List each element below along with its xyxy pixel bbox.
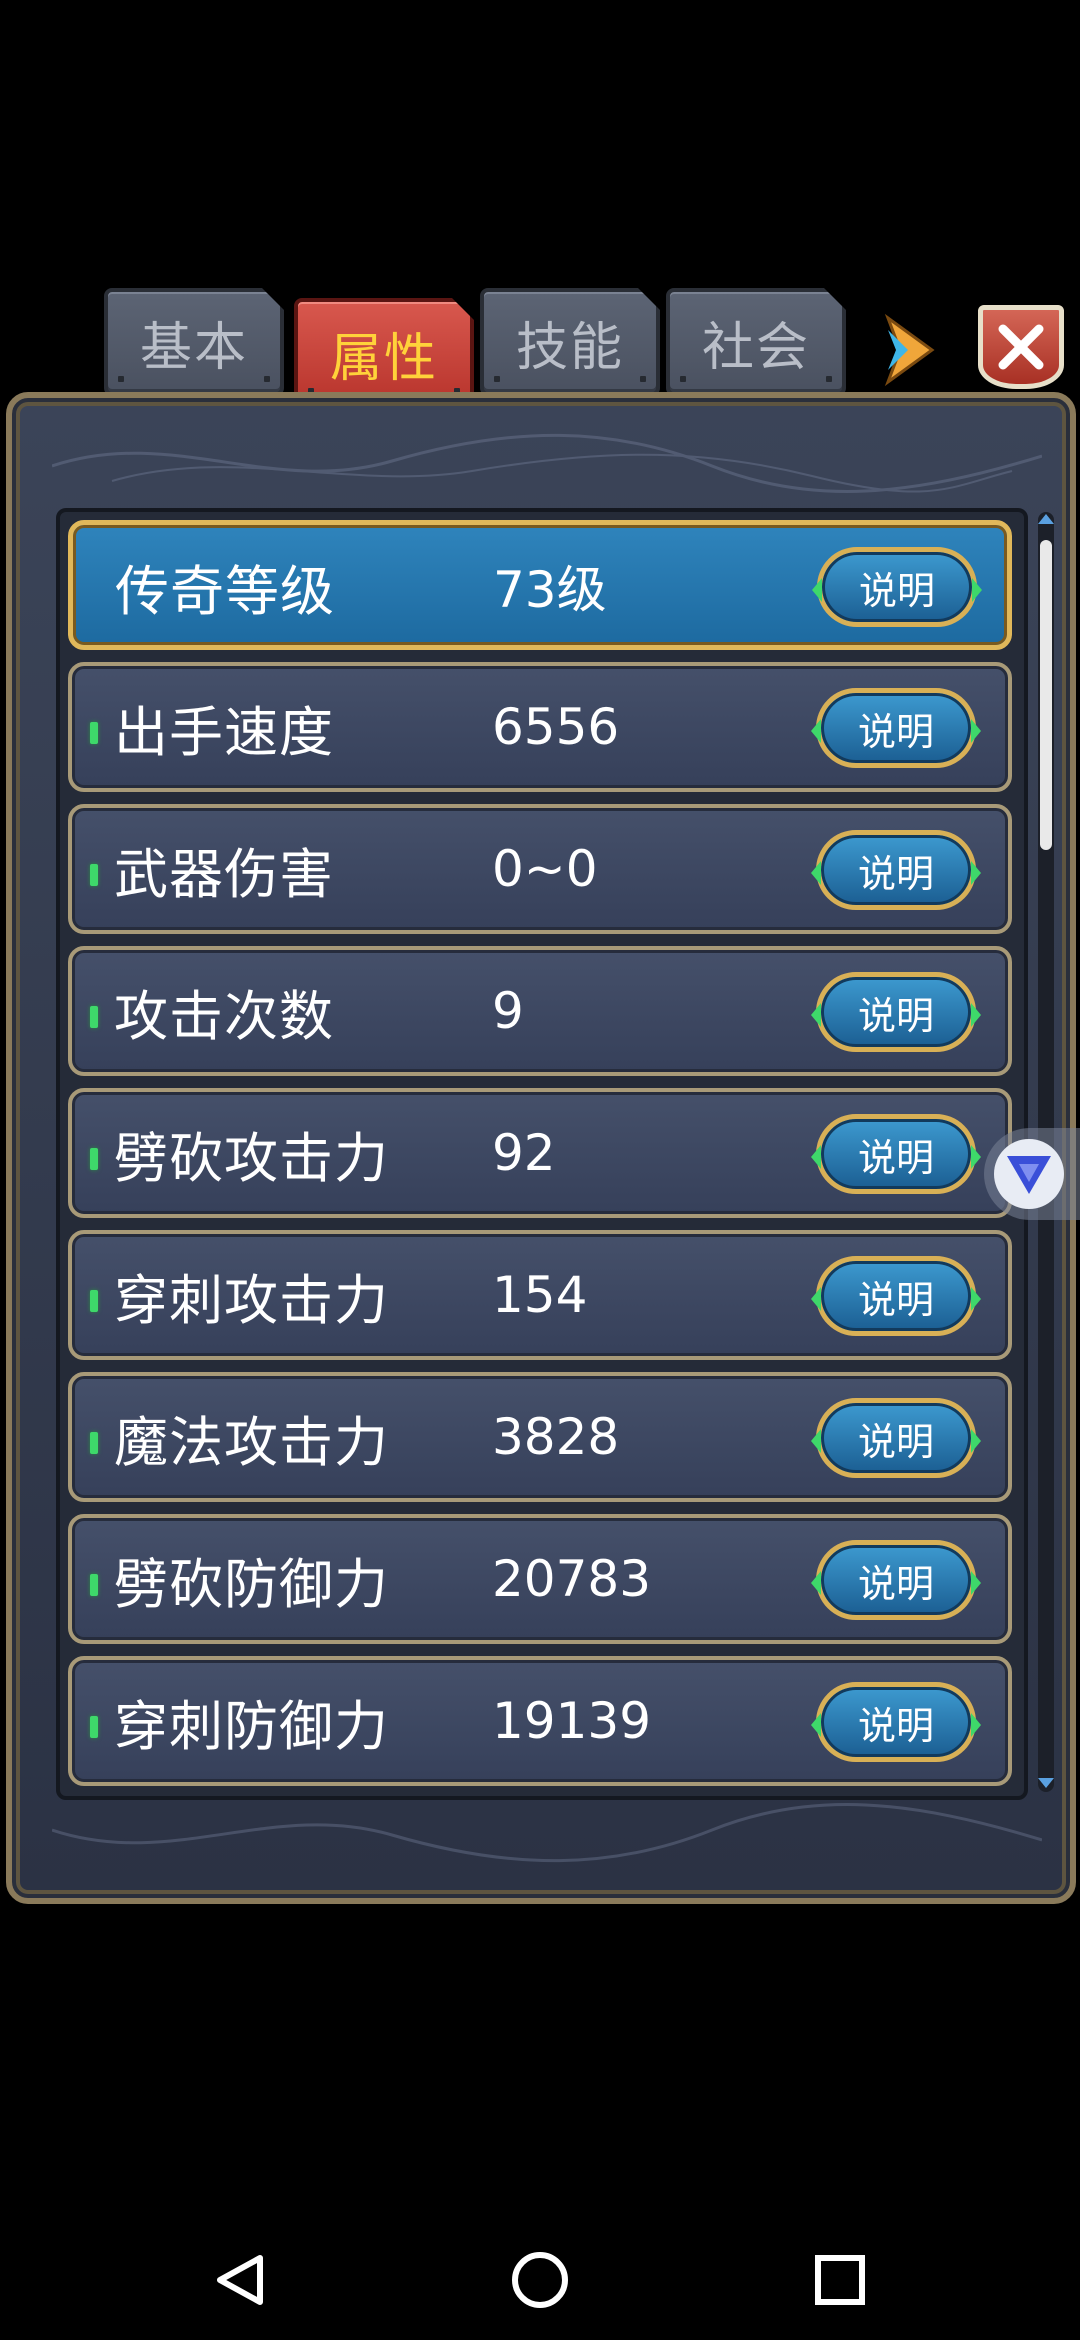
- close-button[interactable]: [978, 305, 1064, 389]
- screen: 基本 属性 技能 社会 传奇等级 73级 说明 出手速度 6556 说明 武器伤…: [0, 0, 1080, 2340]
- attribute-row[interactable]: 劈砍防御力 20783 说明: [68, 1514, 1012, 1644]
- explain-button[interactable]: 说明: [811, 830, 981, 910]
- home-circle-icon: [512, 2252, 568, 2308]
- attribute-label: 攻击次数: [114, 984, 334, 1048]
- tab-rivet: [826, 376, 832, 382]
- attribute-value: 19139: [492, 1692, 652, 1750]
- back-triangle-icon: [217, 2255, 263, 2305]
- attribute-label: 武器伤害: [114, 842, 334, 906]
- attribute-row[interactable]: 攻击次数 9 说明: [68, 946, 1012, 1076]
- ornament-top: [52, 433, 1042, 493]
- row-marker: [90, 1006, 98, 1028]
- attribute-label: 出手速度: [114, 700, 334, 764]
- row-marker: [90, 722, 98, 744]
- recents-square-icon: [815, 2255, 865, 2305]
- tab-skills[interactable]: 技能: [480, 288, 660, 396]
- next-arrow-button[interactable]: [880, 310, 940, 390]
- ornament-bottom: [52, 1803, 1042, 1863]
- row-marker: [90, 1574, 98, 1596]
- explain-button[interactable]: 说明: [811, 1682, 981, 1762]
- attribute-value: 92: [492, 1124, 556, 1182]
- attribute-row[interactable]: 魔法攻击力 3828 说明: [68, 1372, 1012, 1502]
- tab-rivet: [264, 376, 270, 382]
- explain-button[interactable]: 说明: [811, 1256, 981, 1336]
- attribute-label: 劈砍防御力: [114, 1552, 389, 1616]
- tab-social[interactable]: 社会: [666, 288, 846, 396]
- attribute-label: 穿刺攻击力: [114, 1268, 389, 1332]
- attribute-value: 20783: [492, 1550, 652, 1608]
- attribute-value: 9: [492, 982, 524, 1040]
- attribute-value: 3828: [492, 1408, 620, 1466]
- tab-rivet: [640, 376, 646, 382]
- scroll-up-arrow-icon[interactable]: [1038, 514, 1054, 524]
- row-marker: [90, 864, 98, 886]
- attribute-value: 6556: [492, 698, 620, 756]
- nav-recents-button[interactable]: [800, 2240, 880, 2320]
- attribute-row[interactable]: 出手速度 6556 说明: [68, 662, 1012, 792]
- scrollbar-thumb[interactable]: [1040, 540, 1052, 850]
- attribute-row[interactable]: 劈砍攻击力 92 说明: [68, 1088, 1012, 1218]
- tab-social-label: 社会: [701, 317, 810, 378]
- attribute-row[interactable]: 穿刺攻击力 154 说明: [68, 1230, 1012, 1360]
- attribute-label: 魔法攻击力: [114, 1410, 389, 1474]
- attribute-label: 穿刺防御力: [114, 1694, 389, 1758]
- nav-home-button[interactable]: [500, 2240, 580, 2320]
- attribute-value: 73级: [493, 561, 607, 619]
- attribute-value: 154: [492, 1266, 588, 1324]
- attribute-value: 0~0: [492, 840, 598, 898]
- attribute-row[interactable]: 传奇等级 73级 说明: [68, 520, 1012, 650]
- system-nav-bar: [0, 2200, 1080, 2340]
- attribute-row[interactable]: 武器伤害 0~0 说明: [68, 804, 1012, 934]
- tab-rivet: [680, 376, 686, 382]
- close-icon: [998, 324, 1044, 370]
- nav-back-button[interactable]: [200, 2240, 280, 2320]
- tab-rivet: [118, 376, 124, 382]
- attribute-label: 劈砍攻击力: [114, 1126, 389, 1190]
- scroll-down-arrow-icon[interactable]: [1038, 1778, 1054, 1788]
- explain-button[interactable]: 说明: [811, 1540, 981, 1620]
- arrow-right-icon: [884, 313, 935, 387]
- explain-button[interactable]: 说明: [812, 547, 982, 627]
- attribute-row[interactable]: 穿刺防御力 19139 说明: [68, 1656, 1012, 1786]
- row-marker: [90, 1716, 98, 1738]
- tab-basic-label: 基本: [139, 317, 248, 378]
- row-marker: [90, 1432, 98, 1454]
- tab-skills-label: 技能: [515, 317, 624, 378]
- v-shape-icon: [1007, 1156, 1051, 1194]
- v-badge-icon: [994, 1139, 1064, 1209]
- tab-rivet: [494, 376, 500, 382]
- tab-attributes-label: 属性: [329, 328, 438, 389]
- explain-button[interactable]: 说明: [811, 688, 981, 768]
- explain-button[interactable]: 说明: [811, 972, 981, 1052]
- explain-button[interactable]: 说明: [811, 1398, 981, 1478]
- explain-button[interactable]: 说明: [811, 1114, 981, 1194]
- floating-assistant-button[interactable]: [984, 1128, 1080, 1220]
- row-marker: [90, 1148, 98, 1170]
- row-marker: [90, 1290, 98, 1312]
- tab-basic[interactable]: 基本: [104, 288, 284, 396]
- attribute-label: 传奇等级: [115, 559, 335, 623]
